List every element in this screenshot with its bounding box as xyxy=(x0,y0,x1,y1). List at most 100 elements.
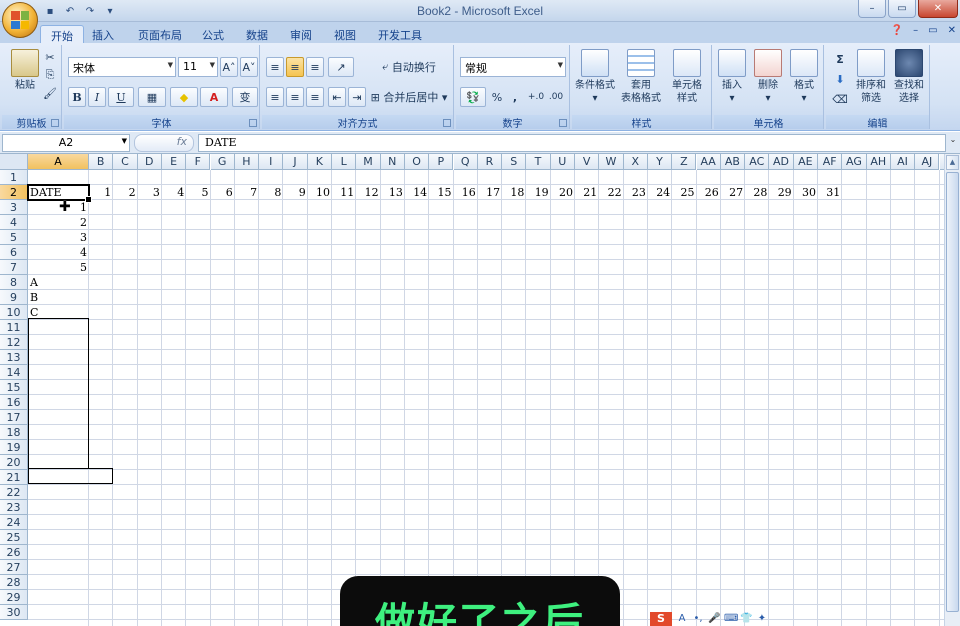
column-header[interactable]: C xyxy=(113,154,138,170)
cell[interactable]: 15 xyxy=(429,185,453,200)
cell[interactable]: 1 xyxy=(89,185,113,200)
increase-decimal-button[interactable]: +.0 xyxy=(526,87,546,107)
phonetic-button[interactable]: 变 xyxy=(232,87,258,107)
column-header[interactable]: R xyxy=(477,154,503,170)
cell[interactable]: 23 xyxy=(624,185,648,200)
ime-tools-icon[interactable]: ✦ xyxy=(756,613,768,625)
format-painter-icon[interactable]: 🖌 xyxy=(42,85,58,101)
italic-button[interactable]: I xyxy=(88,87,106,107)
autosum-button[interactable]: Σ xyxy=(830,49,850,69)
column-header[interactable]: K xyxy=(307,154,332,170)
column-header[interactable]: AA xyxy=(696,154,721,170)
row-header[interactable]: 23 xyxy=(0,500,28,515)
column-header[interactable]: A xyxy=(28,154,89,170)
row-header[interactable]: 12 xyxy=(0,335,28,350)
number-format-select[interactable]: 常规 ▼ xyxy=(460,57,566,77)
expand-formula-bar-icon[interactable]: ⌄ xyxy=(947,135,959,151)
cell[interactable]: 6 xyxy=(211,185,235,200)
ime-keyboard-icon[interactable]: ⌨ xyxy=(724,613,738,625)
row-header[interactable]: 10 xyxy=(0,305,28,320)
copy-icon[interactable]: ⎘ xyxy=(42,67,58,83)
align-center-icon[interactable]: ≡ xyxy=(286,87,304,107)
row-header[interactable]: 24 xyxy=(0,515,28,530)
worksheet[interactable]: A B C D E F G H I J K L M N O P Q R S T U V W X Y Z AA AB AC AD AE AF AG… xyxy=(0,154,944,626)
select-all-button[interactable] xyxy=(0,154,28,170)
sort-filter-button[interactable]: 排序和 筛选 xyxy=(852,49,890,105)
cell[interactable]: 25 xyxy=(672,185,696,200)
decrease-decimal-button[interactable]: .00 xyxy=(546,87,566,107)
row-header[interactable]: 4 xyxy=(0,215,28,230)
column-header[interactable]: H xyxy=(234,154,260,170)
row-header[interactable]: 27 xyxy=(0,560,28,575)
cell[interactable]: 9 xyxy=(283,185,307,200)
row-header[interactable]: 20 xyxy=(0,455,28,470)
cell[interactable]: 31 xyxy=(818,185,842,200)
align-top-icon[interactable]: ≡ xyxy=(266,57,284,77)
row-header[interactable]: 30 xyxy=(0,605,28,620)
name-box[interactable]: A2 ▼ xyxy=(2,134,130,152)
fill-icon[interactable]: ⬇ xyxy=(830,69,850,89)
insert-cells-button[interactable]: 插入 ▾ xyxy=(714,49,750,105)
cell-styles-button[interactable]: 单元格 样式 xyxy=(664,49,710,105)
row-header[interactable]: 19 xyxy=(0,440,28,455)
workbook-restore-button[interactable]: ▭ xyxy=(928,25,937,36)
cell[interactable]: 2 xyxy=(113,185,137,200)
row-header[interactable]: 9 xyxy=(0,290,28,305)
row-header[interactable]: 7 xyxy=(0,260,28,275)
row-header[interactable]: 1 xyxy=(0,170,28,185)
column-header[interactable]: E xyxy=(161,154,187,170)
column-header[interactable]: AJ xyxy=(915,154,940,170)
cell[interactable]: 19 xyxy=(526,185,550,200)
cell[interactable]: 24 xyxy=(648,185,672,200)
row-header[interactable]: 28 xyxy=(0,575,28,590)
row-header[interactable]: 8 xyxy=(0,275,28,290)
cell[interactable]: 17 xyxy=(478,185,502,200)
scroll-thumb[interactable] xyxy=(946,172,959,612)
font-name-select[interactable]: 宋体 ▼ xyxy=(68,57,176,77)
column-header[interactable]: AB xyxy=(720,154,746,170)
row-header[interactable]: 26 xyxy=(0,545,28,560)
minimize-button[interactable]: – xyxy=(858,0,886,18)
align-bottom-icon[interactable]: ≡ xyxy=(306,57,324,77)
office-button[interactable] xyxy=(2,2,38,38)
ribbon-minimize-button[interactable]: – xyxy=(913,25,918,36)
column-header[interactable]: T xyxy=(526,154,551,170)
accounting-format-icon[interactable]: 💱 xyxy=(460,87,486,107)
row-header[interactable]: 18 xyxy=(0,425,28,440)
merge-center-button[interactable]: ⊞ 合并后居中 ▾ xyxy=(368,87,450,107)
percent-button[interactable]: % xyxy=(488,87,506,107)
conditional-format-button[interactable]: 条件格式 ▾ xyxy=(572,49,618,105)
cell[interactable]: 7 xyxy=(235,185,259,200)
ime-mic-icon[interactable]: 🎤 xyxy=(708,613,720,625)
column-header[interactable]: P xyxy=(429,154,454,170)
close-button[interactable]: ✕ xyxy=(918,0,958,18)
tab-review[interactable]: 审阅 xyxy=(280,25,322,44)
cell[interactable]: 18 xyxy=(502,185,526,200)
cell[interactable]: 10 xyxy=(308,185,332,200)
column-header[interactable]: AH xyxy=(866,154,891,170)
row-header[interactable]: 6 xyxy=(0,245,28,260)
help-icon[interactable]: ❓ xyxy=(891,25,903,36)
restore-button[interactable]: ▭ xyxy=(888,0,916,18)
column-header[interactable]: AC xyxy=(745,154,770,170)
tab-data[interactable]: 数据 xyxy=(236,25,278,44)
font-color-button[interactable]: A xyxy=(200,87,228,107)
row-header[interactable]: 5 xyxy=(0,230,28,245)
column-header[interactable]: U xyxy=(550,154,575,170)
cell[interactable]: 5 xyxy=(28,260,89,275)
comma-button[interactable]: , xyxy=(508,87,522,107)
align-middle-icon[interactable]: ≡ xyxy=(286,57,304,77)
row-header[interactable]: 11 xyxy=(0,320,28,335)
cell[interactable]: 14 xyxy=(405,185,429,200)
cell[interactable]: 5 xyxy=(186,185,210,200)
cell[interactable]: 12 xyxy=(356,185,380,200)
column-header[interactable]: AG xyxy=(842,154,867,170)
column-header[interactable]: S xyxy=(502,154,527,170)
underline-button[interactable]: U xyxy=(108,87,134,107)
sogou-logo[interactable]: S xyxy=(650,612,672,626)
row-header[interactable]: 14 xyxy=(0,365,28,380)
ime-skin-icon[interactable]: 👕 xyxy=(740,613,752,625)
column-header[interactable]: F xyxy=(186,154,211,170)
wrap-text-button[interactable]: ⤶ 自动换行 xyxy=(368,57,450,77)
fill-color-icon[interactable]: ◆ xyxy=(170,87,198,107)
